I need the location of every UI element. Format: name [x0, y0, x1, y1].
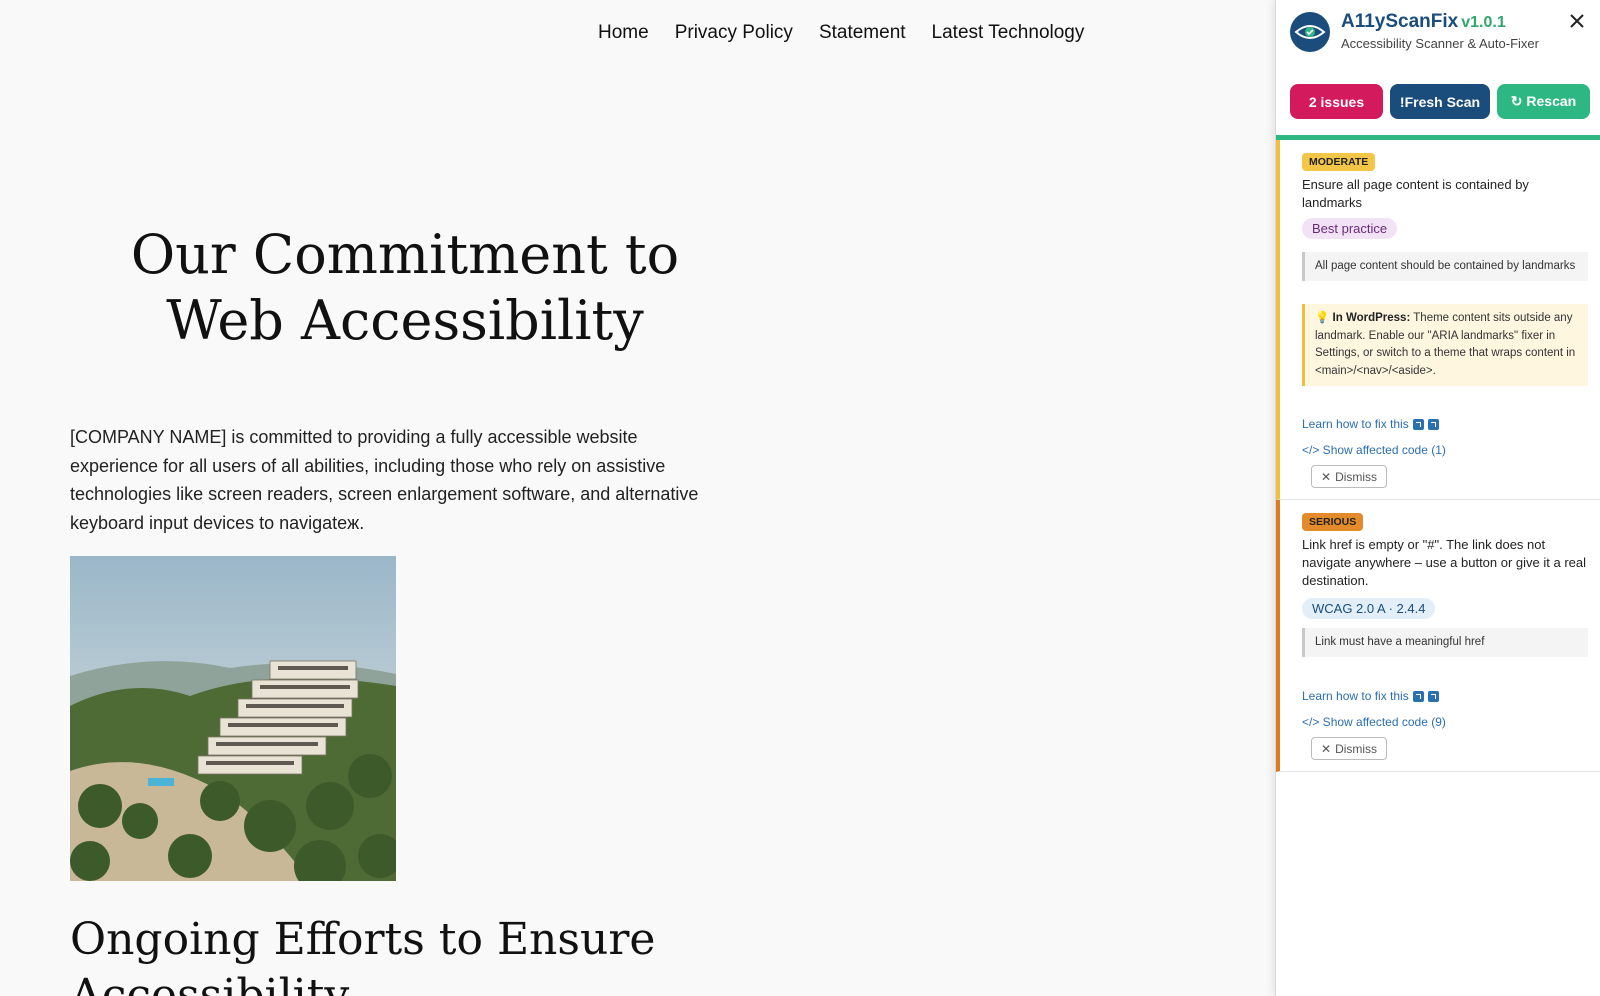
learn-fix-label: Learn how to fix this — [1302, 417, 1409, 431]
lightbulb-icon: 💡 — [1315, 312, 1330, 324]
panel-header: A11yScanFix v1.0.1 Accessibility Scanner … — [1276, 0, 1600, 66]
external-link-icon — [1412, 690, 1424, 702]
hillside-building-image — [70, 556, 396, 881]
issue-description: Ensure all page content is contained by … — [1302, 177, 1529, 210]
panel-version: v1.0.1 — [1461, 14, 1506, 31]
tip-label: In WordPress: — [1332, 312, 1411, 324]
nav-statement[interactable]: Statement — [819, 22, 906, 44]
a11yscanfix-panel: A11yScanFix v1.0.1 Accessibility Scanner … — [1275, 0, 1600, 996]
wordpress-tip: 💡 In WordPress: Theme content sits outsi… — [1302, 304, 1588, 386]
dismiss-x-icon: ✕ — [1321, 469, 1332, 484]
dismiss-button[interactable]: ✕ Dismiss — [1311, 465, 1388, 488]
panel-subtitle: Accessibility Scanner & Auto-Fixer — [1341, 36, 1539, 51]
show-affected-code-link[interactable]: </> Show affected code (1) — [1302, 443, 1446, 457]
eye-logo-icon — [1290, 12, 1330, 52]
severity-badge: MODERATE — [1302, 153, 1376, 171]
panel-name: A11yScanFix — [1341, 11, 1459, 32]
issue-card-moderate: MODERATE Ensure all page content is cont… — [1276, 140, 1600, 500]
issue-tag: Best practice — [1302, 218, 1398, 239]
external-link-icon — [1412, 418, 1424, 430]
nav-privacy-policy[interactable]: Privacy Policy — [675, 22, 793, 44]
issue-help: Link must have a meaningful href — [1302, 628, 1588, 657]
close-icon[interactable] — [1568, 12, 1586, 30]
dismiss-x-icon: ✕ — [1321, 741, 1332, 756]
issue-card-serious: SERIOUS Link href is empty or "#". The l… — [1276, 500, 1600, 772]
intro-paragraph: [COMPANY NAME] is committed to providing… — [70, 427, 699, 533]
external-link-icon — [1427, 418, 1439, 430]
issue-tag: WCAG 2.0 A · 2.4.4 — [1302, 598, 1436, 619]
issues-count-button[interactable]: 2 issues — [1290, 84, 1383, 119]
show-affected-code-link[interactable]: </> Show affected code (9) — [1302, 715, 1446, 729]
learn-fix-link[interactable]: Learn how to fix this — [1302, 417, 1439, 431]
severity-badge: SERIOUS — [1302, 513, 1364, 531]
nav-latest-technology[interactable]: Latest Technology — [932, 22, 1085, 44]
page-title: Our Commitment to Web Accessibility — [130, 223, 680, 352]
learn-fix-link[interactable]: Learn how to fix this — [1302, 689, 1439, 703]
nav-home[interactable]: Home — [598, 22, 649, 44]
rescan-button[interactable]: ↻ Rescan — [1497, 84, 1590, 119]
issue-description: Link href is empty or "#". The link does… — [1302, 537, 1587, 588]
dismiss-button[interactable]: ✕ Dismiss — [1311, 737, 1388, 760]
main-nav: Home Privacy Policy Statement Latest Tec… — [598, 22, 1084, 44]
dismiss-label: Dismiss — [1335, 469, 1378, 484]
dismiss-label: Dismiss — [1335, 741, 1378, 756]
fresh-scan-button[interactable]: !Fresh Scan — [1390, 84, 1490, 119]
section-heading: Ongoing Efforts to Ensure Accessibility — [70, 914, 656, 996]
panel-title: A11yScanFix v1.0.1 — [1341, 11, 1506, 33]
learn-fix-label: Learn how to fix this — [1302, 689, 1409, 703]
website-content: Home Privacy Policy Statement Latest Tec… — [0, 0, 1275, 996]
panel-actions: 2 issues !Fresh Scan ↻ Rescan — [1290, 84, 1590, 119]
external-link-icon — [1427, 690, 1439, 702]
issue-help: All page content should be contained by … — [1302, 252, 1588, 281]
